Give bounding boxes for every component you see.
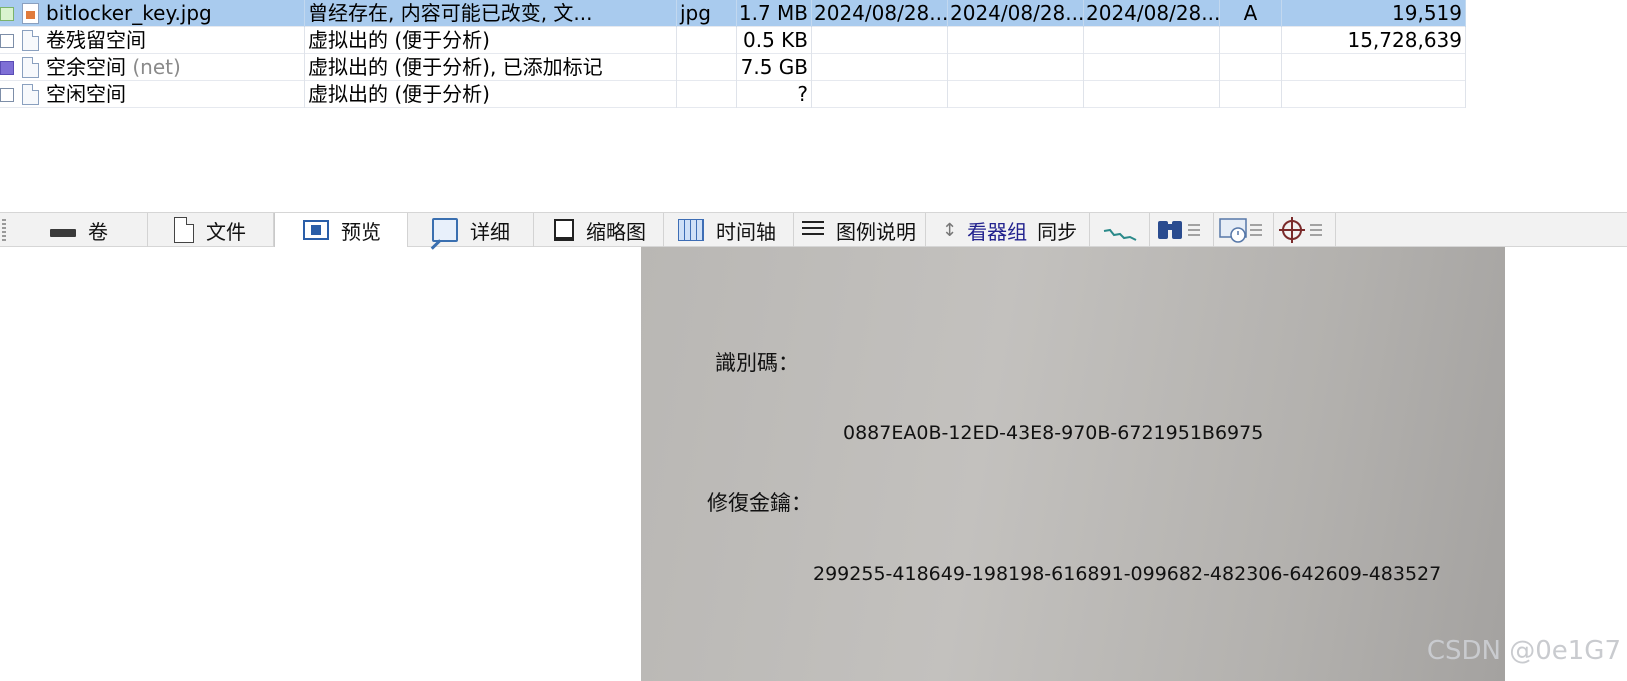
identifier-value: 0887EA0B-12ED-43E8-970B-6721951B6975: [843, 422, 1264, 444]
file-description: 虚拟出的 (便于分析), 已添加标记: [305, 54, 677, 81]
watermark: CSDN @0e1G7: [1426, 636, 1621, 666]
file-size: 1.7 MB: [737, 0, 812, 27]
tab-label: 时间轴: [716, 219, 776, 244]
tab-thumbnail[interactable]: 缩略图: [534, 213, 664, 247]
list-icon: [802, 221, 824, 239]
target-button[interactable]: [1274, 213, 1336, 247]
tab-details[interactable]: 详细: [408, 213, 534, 247]
image-preview: 識別碼： 0887EA0B-12ED-43E8-970B-6721951B697…: [641, 247, 1505, 681]
file-row-idle-space[interactable]: 空闲空间 虚拟出的 (便于分析) ?: [0, 81, 1466, 108]
file-size: 0.5 KB: [737, 27, 812, 54]
file-created-date: 2024/08/28...: [814, 0, 948, 27]
file-name: 空闲空间: [0, 81, 305, 108]
file-name-cell: 空余空间 (net): [0, 54, 305, 81]
tab-label: 同步: [1037, 219, 1078, 244]
file-accessed-date: 2024/08/28...: [1086, 0, 1220, 27]
search-button[interactable]: [1150, 213, 1214, 247]
drive-icon: [50, 229, 76, 237]
tab-timeline[interactable]: 时间轴: [664, 213, 794, 247]
file-icon: [174, 217, 194, 243]
file-description: 虚拟出的 (便于分析): [305, 27, 677, 54]
image-file-icon: [22, 3, 39, 24]
row-checkbox[interactable]: [0, 88, 14, 102]
document-icon: [22, 57, 39, 78]
file-name: bitlocker_key.jpg: [0, 0, 305, 27]
timestamp-button[interactable]: [1214, 213, 1274, 247]
tab-label: 卷: [88, 219, 108, 244]
crosshair-icon: [1279, 217, 1322, 243]
clock-monitor-icon: [1219, 218, 1262, 243]
tab-label: 缩略图: [586, 219, 646, 244]
file-modified-date: 2024/08/28...: [950, 0, 1084, 27]
toolbar-grip[interactable]: [2, 219, 6, 241]
identifier-label: 識別碼：: [715, 351, 799, 375]
row-checkbox[interactable]: [0, 61, 14, 75]
row-checkbox[interactable]: [0, 7, 14, 21]
trend-graph-icon: [1103, 228, 1137, 241]
tab-preview[interactable]: 预览: [274, 213, 408, 247]
file-size: 7.5 GB: [737, 54, 812, 81]
file-row-volume-slack[interactable]: 卷残留空间 虚拟出的 (便于分析) 0.5 KB 15,728,639: [0, 27, 1466, 54]
file-description: 虚拟出的 (便于分析): [305, 81, 677, 108]
file-name-suffix: (net): [132, 55, 181, 79]
file-name: 空余空间: [46, 55, 126, 79]
magnifier-icon: [432, 218, 458, 242]
row-checkbox[interactable]: [0, 34, 14, 48]
file-type: jpg: [677, 0, 737, 27]
view-tab-toolbar: 卷 文件 预览 详细 缩略图 时间轴 图例说明 ↕ 看器组 同步: [0, 212, 1627, 247]
binoculars-icon: [1158, 221, 1200, 239]
recovery-key-label: 修復金鑰：: [707, 491, 812, 515]
thumbnail-icon: [554, 219, 574, 241]
up-down-arrow-icon: ↕: [942, 219, 958, 241]
tab-label: 文件: [206, 219, 246, 244]
file-attributes: A: [1220, 0, 1282, 27]
tab-file[interactable]: 文件: [148, 213, 274, 247]
document-icon: [22, 30, 39, 51]
graph-button[interactable]: [1090, 213, 1150, 247]
tab-label: 看器组: [967, 219, 1028, 244]
recovery-key-value: 299255-418649-198198-616891-099682-48230…: [813, 563, 1442, 585]
tab-label: 图例说明: [836, 219, 916, 244]
file-row-bitlocker-key[interactable]: bitlocker_key.jpg 曾经存在, 内容可能已改变, 文... jp…: [0, 0, 1466, 27]
file-description: 曾经存在, 内容可能已改变, 文...: [305, 0, 677, 27]
file-size: ?: [737, 81, 812, 108]
file-list-table: bitlocker_key.jpg 曾经存在, 内容可能已改变, 文... jp…: [0, 0, 1466, 108]
tab-label: 详细: [470, 219, 510, 244]
file-row-free-space-net[interactable]: 空余空间 (net) 虚拟出的 (便于分析), 已添加标记 7.5 GB: [0, 54, 1466, 81]
document-icon: [22, 84, 39, 105]
file-first-sector: 19,519: [1282, 0, 1466, 27]
tab-volume[interactable]: 卷: [14, 213, 148, 247]
preview-icon: [303, 220, 329, 240]
tab-label: 预览: [341, 219, 381, 244]
tab-legend[interactable]: 图例说明: [794, 213, 926, 247]
file-name: 卷残留空间: [0, 27, 305, 54]
calendar-icon: [678, 219, 704, 241]
tab-viewer-group-sync[interactable]: ↕ 看器组 同步: [926, 213, 1090, 247]
file-first-sector: 15,728,639: [1282, 27, 1466, 54]
